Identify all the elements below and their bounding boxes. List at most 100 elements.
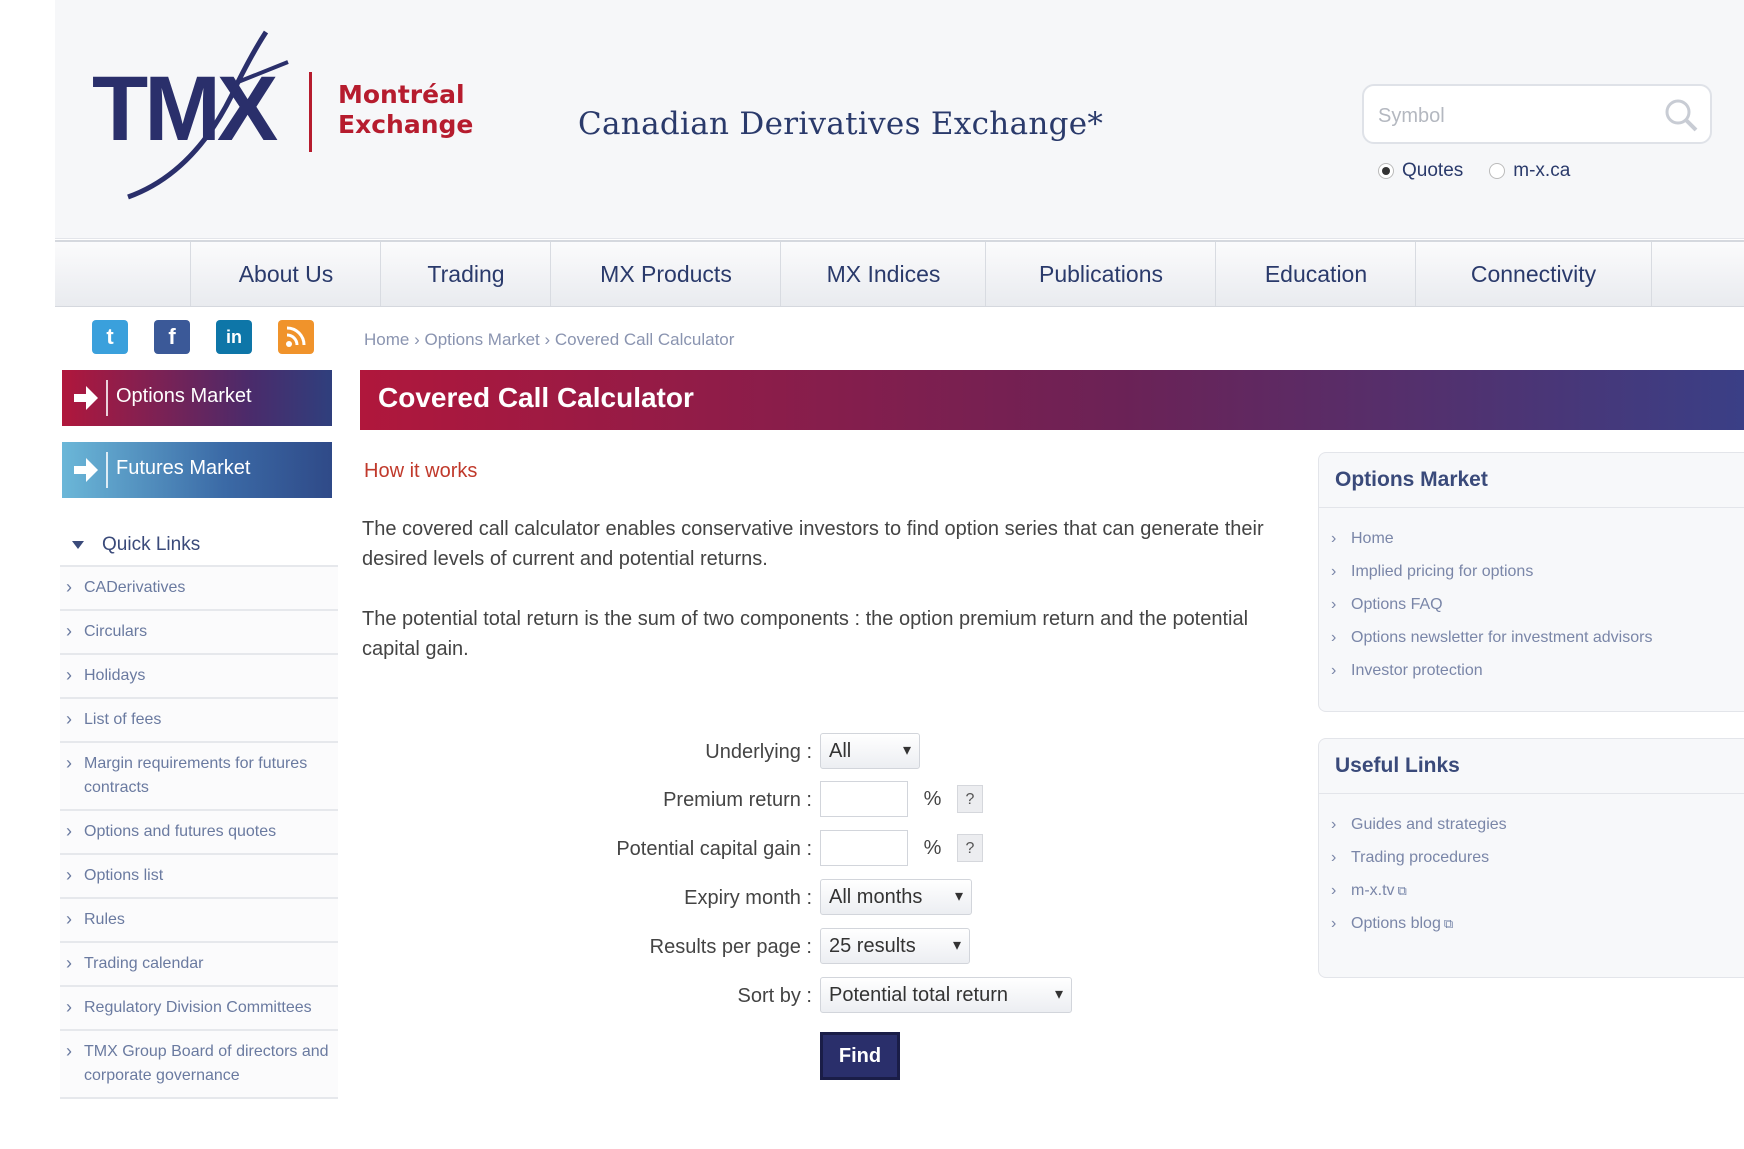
panel-link-label: Options blog [1351, 915, 1441, 932]
capital-gain-row: Potential capital gain : % ? [500, 830, 1200, 870]
quick-link-item[interactable]: Trading calendar [60, 943, 338, 987]
nav-education[interactable]: Education [1215, 242, 1416, 306]
quick-link-item[interactable]: CADerivatives [60, 567, 338, 611]
sort-by-label: Sort by : [737, 985, 812, 1007]
tmx-logo-text: TMX [92, 58, 278, 160]
page-title: Covered Call Calculator [378, 382, 694, 413]
external-link-icon: ⧉ [1397, 883, 1407, 898]
options-market-label: Options Market [116, 385, 252, 407]
help-icon[interactable]: ? [956, 834, 983, 862]
quick-link-item[interactable]: List of fees [60, 699, 338, 743]
breadcrumb-home[interactable]: Home [364, 330, 409, 349]
futures-market-label: Futures Market [116, 457, 251, 479]
capital-gain-input[interactable] [820, 830, 908, 866]
exchange-name-line1: Montréal [338, 80, 465, 109]
underlying-select[interactable]: All [820, 733, 920, 769]
exchange-name-line2: Exchange [338, 110, 474, 139]
panel-link[interactable]: Options FAQ [1319, 588, 1744, 621]
panel-link[interactable]: Investor protection [1319, 654, 1744, 687]
quick-links-title[interactable]: Quick Links [60, 525, 338, 567]
intro-paragraph: The covered call calculator enables cons… [362, 518, 1264, 570]
quick-link-item[interactable]: Options list [60, 855, 338, 899]
quick-link-item[interactable]: Rules [60, 899, 338, 943]
expiry-month-label: Expiry month : [684, 887, 812, 909]
options-market-links: Home Implied pricing for options Options… [1319, 508, 1744, 687]
montreal-exchange-name: Montréal Exchange [338, 80, 473, 140]
radio-quotes-label: Quotes [1402, 160, 1464, 181]
how-it-works-link[interactable]: How it works [364, 460, 477, 483]
panel-link[interactable]: Home [1319, 522, 1744, 555]
futures-market-button[interactable]: Futures Market [62, 442, 332, 498]
arrow-right-icon [74, 386, 98, 410]
arrow-right-icon [74, 458, 98, 482]
expiry-month-select[interactable]: All months [820, 879, 972, 915]
button-separator [106, 452, 108, 488]
quick-link-item[interactable]: Holidays [60, 655, 338, 699]
twitter-icon[interactable]: t [92, 320, 128, 354]
search-icon[interactable] [1658, 92, 1704, 138]
options-market-panel-title: Options Market [1319, 453, 1744, 508]
panel-link[interactable]: Trading procedures [1319, 841, 1744, 874]
radio-mx-site[interactable] [1489, 163, 1506, 179]
site-tagline: Canadian Derivatives Exchange* [578, 106, 1104, 142]
breadcrumb-separator: › [414, 330, 420, 349]
quick-link-item[interactable]: Options and futures quotes [60, 811, 338, 855]
quick-links: Quick Links CADerivatives Circulars Holi… [60, 525, 338, 1099]
radio-quotes[interactable] [1378, 163, 1394, 179]
nav-connectivity[interactable]: Connectivity [1415, 242, 1652, 306]
page: TMX Montréal Exchange Canadian Derivativ… [0, 0, 1744, 1149]
useful-links-panel: Useful Links Guides and strategies Tradi… [1318, 738, 1744, 978]
facebook-icon[interactable]: f [154, 320, 190, 354]
return-explanation: The potential total return is the sum of… [362, 608, 1249, 660]
symbol-search-box [1362, 84, 1712, 144]
nav-mx-products[interactable]: MX Products [550, 242, 781, 306]
panel-link[interactable]: Options blog⧉ [1319, 907, 1744, 940]
options-market-button[interactable]: Options Market [62, 370, 332, 426]
breadcrumb-separator: › [544, 330, 551, 349]
premium-return-input[interactable] [820, 781, 908, 817]
panel-link-label: m-x.tv [1351, 882, 1395, 899]
breadcrumb: Home › Options Market › Covered Call Cal… [364, 330, 734, 350]
help-icon[interactable]: ? [956, 785, 983, 813]
symbol-search-input[interactable] [1376, 98, 1660, 134]
rss-icon[interactable] [278, 320, 314, 354]
useful-links-list: Guides and strategies Trading procedures… [1319, 794, 1744, 940]
external-link-icon: ⧉ [1443, 916, 1454, 931]
panel-link[interactable]: Guides and strategies [1319, 808, 1744, 841]
button-separator [106, 380, 108, 416]
options-market-panel: Options Market Home Implied pricing for … [1318, 452, 1744, 712]
breadcrumb-options-market[interactable]: Options Market [425, 330, 540, 349]
breadcrumb-current: Covered Call Calculator [554, 330, 735, 349]
quick-link-item[interactable]: Circulars [60, 611, 338, 655]
quick-link-item[interactable]: TMX Group Board of directors and corpora… [60, 1031, 338, 1099]
find-button[interactable]: Find [820, 1032, 900, 1080]
nav-trading[interactable]: Trading [380, 242, 551, 306]
nav-mx-indices[interactable]: MX Indices [780, 242, 986, 306]
nav-about-us[interactable]: About Us [190, 242, 381, 306]
results-per-page-select[interactable]: 25 results [820, 928, 970, 964]
capital-gain-label: Potential capital gain : [616, 838, 812, 860]
panel-link[interactable]: Options newsletter for investment adviso… [1319, 621, 1744, 654]
tmx-logo[interactable]: TMX [88, 22, 308, 207]
quick-link-item[interactable]: Regulatory Division Committees [60, 987, 338, 1031]
radio-mx-site-label: m-x.ca [1513, 160, 1571, 181]
expiry-month-row: Expiry month : All months [500, 879, 1200, 919]
percent-sign: % [923, 788, 942, 810]
underlying-label: Underlying : [705, 741, 812, 763]
quick-link-item[interactable]: Margin requirements for futures contract… [60, 743, 338, 811]
panel-link-label: Trading procedures [1351, 849, 1490, 866]
panel-link-label: Guides and strategies [1351, 816, 1507, 833]
results-per-page-row: Results per page : 25 results [500, 928, 1200, 968]
main-nav: About Us Trading MX Products MX Indices … [55, 240, 1744, 307]
linkedin-icon[interactable]: in [216, 320, 252, 354]
social-links: t f in [92, 320, 314, 354]
nav-publications[interactable]: Publications [985, 242, 1216, 306]
results-per-page-label: Results per page : [649, 936, 812, 958]
sort-by-select[interactable]: Potential total return [820, 977, 1072, 1013]
search-scope-radios: Quotes m-x.ca [1378, 160, 1596, 182]
panel-link[interactable]: m-x.tv⧉ [1319, 874, 1744, 907]
premium-return-row: Premium return : % ? [500, 781, 1200, 821]
panel-link[interactable]: Implied pricing for options [1319, 555, 1744, 588]
underlying-row: Underlying : All [500, 733, 1200, 773]
useful-links-title: Useful Links [1319, 739, 1744, 794]
